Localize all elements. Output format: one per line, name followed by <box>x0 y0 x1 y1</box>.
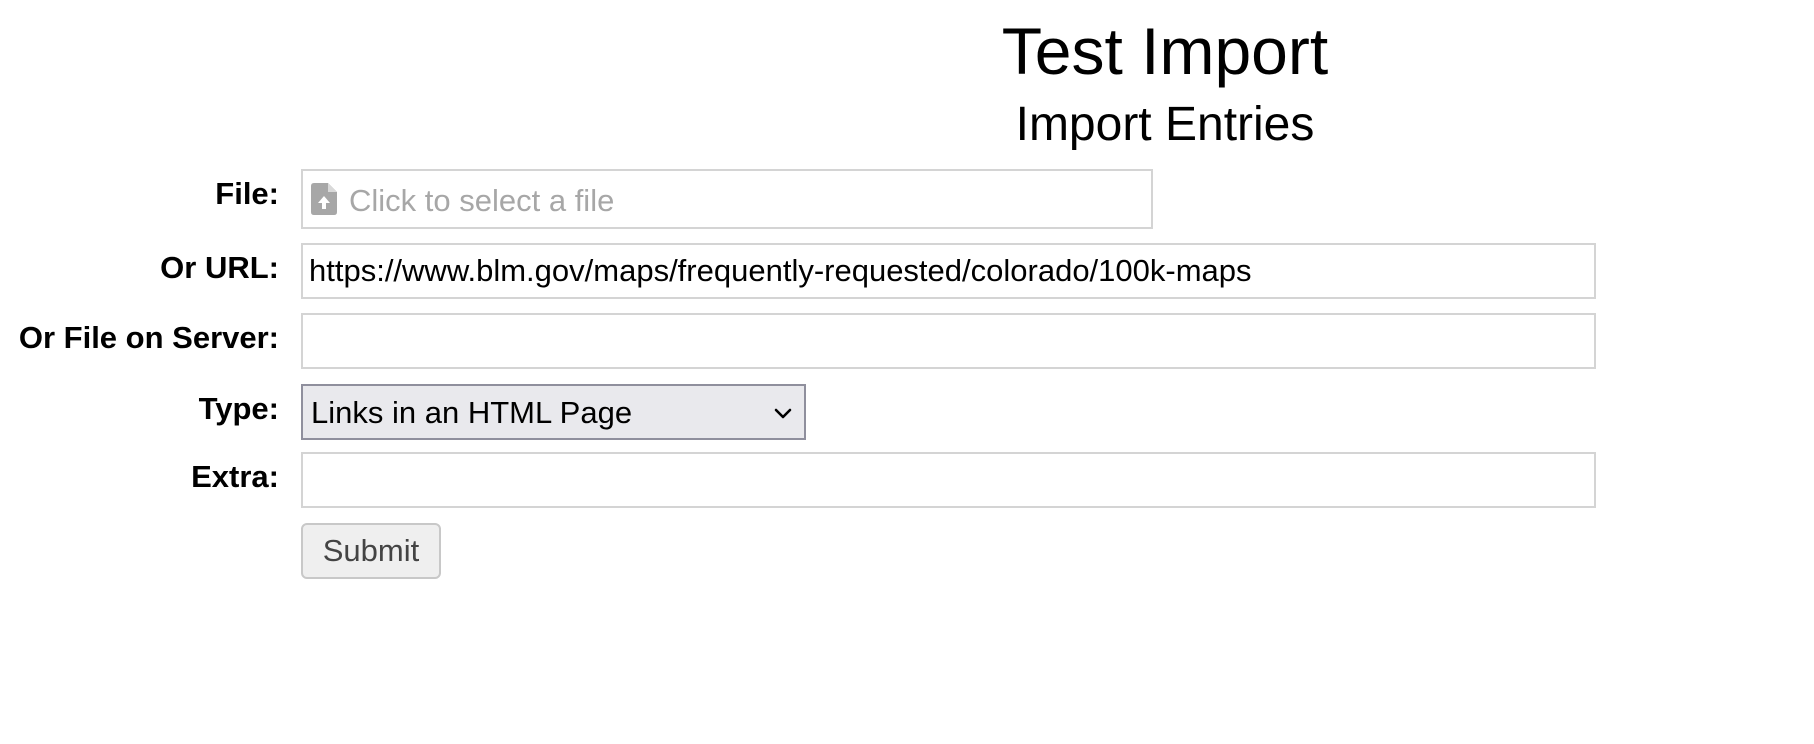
file-placeholder: Click to select a file <box>349 183 615 218</box>
submit-button[interactable]: Submit <box>301 523 441 579</box>
type-row: Type: Links in an HTML Page <box>0 384 1814 440</box>
file-picker[interactable]: Click to select a file <box>301 169 1153 229</box>
page-subtitle: Import Entries <box>1015 98 1315 151</box>
page-title: Test Import <box>1001 14 1329 88</box>
file-upload-icon <box>311 183 337 215</box>
submit-row: Submit <box>0 523 1814 579</box>
chevron-down-icon <box>774 408 792 419</box>
extra-row: Extra: <box>0 452 1814 508</box>
url-label: Or URL: <box>160 250 279 285</box>
type-label: Type: <box>198 391 279 426</box>
extra-input[interactable] <box>301 452 1596 508</box>
url-row: Or URL: <box>0 243 1814 299</box>
server-file-input[interactable] <box>301 313 1596 369</box>
extra-label: Extra: <box>191 459 279 494</box>
file-label: File: <box>215 176 279 211</box>
server-file-label: Or File on Server: <box>18 320 279 355</box>
import-page: Test Import Import Entries File: Click t… <box>0 0 1814 744</box>
type-select-value: Links in an HTML Page <box>311 395 633 430</box>
url-input[interactable] <box>301 243 1596 299</box>
file-row: File: Click to select a file <box>0 169 1814 229</box>
server-file-row: Or File on Server: <box>0 313 1814 369</box>
type-select[interactable]: Links in an HTML Page <box>301 384 806 440</box>
